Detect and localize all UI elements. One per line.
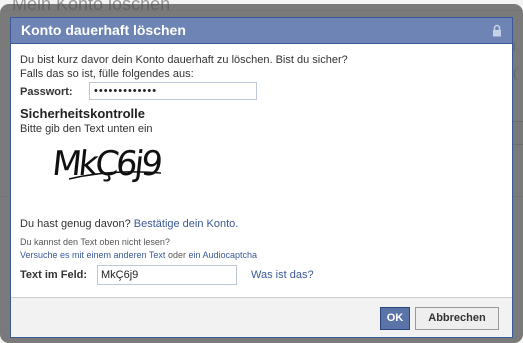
alternative-captcha-line: Versuche es mit einem anderen Text oder … [20,250,257,260]
text-field-label: Text im Feld: [20,269,88,281]
lock-icon [493,24,501,37]
intro-text-line-1: Du bist kurz davor dein Konto dauerhaft … [20,54,348,66]
dialog-overlay-frame: Konto dauerhaft löschen Du bist kurz dav… [0,4,523,343]
try-other-text-link[interactable]: Versuche es mit einem anderen Text [20,250,165,260]
dialog-footer: OK Abbrechen [11,297,512,337]
delete-account-dialog: Konto dauerhaft löschen Du bist kurz dav… [10,17,513,338]
password-label: Passwort: [20,86,73,98]
confirm-account-link[interactable]: Bestätige dein Konto. [134,218,239,230]
captcha-image: MkÇ6j9 [51,144,163,184]
fed-up-text: Du hast genug davon? [20,218,131,230]
or-text: oder [167,250,186,260]
dialog-header: Konto dauerhaft löschen [11,18,512,44]
audio-captcha-link[interactable]: ein Audiocaptcha [188,250,257,260]
security-instruction: Bitte gib den Text unten ein [20,123,153,135]
what-is-this-link[interactable]: Was ist das? [251,269,314,281]
cannot-read-text: Du kannst den Text oben nicht lesen? [20,237,170,247]
security-heading: Sicherheitskontrolle [20,106,145,121]
captcha-text-input[interactable] [97,265,237,285]
dialog-title: Konto dauerhaft löschen [21,22,186,38]
ok-button[interactable]: OK [380,307,410,330]
captcha-image-text: MkÇ6j9 [51,144,163,184]
password-input[interactable]: ••••••••••••• [89,82,257,100]
intro-text-line-2: Falls das so ist, fülle folgendes aus: [20,68,194,80]
cancel-button[interactable]: Abbrechen [415,307,499,330]
fed-up-line: Du hast genug davon? Bestätige dein Kont… [20,218,238,230]
